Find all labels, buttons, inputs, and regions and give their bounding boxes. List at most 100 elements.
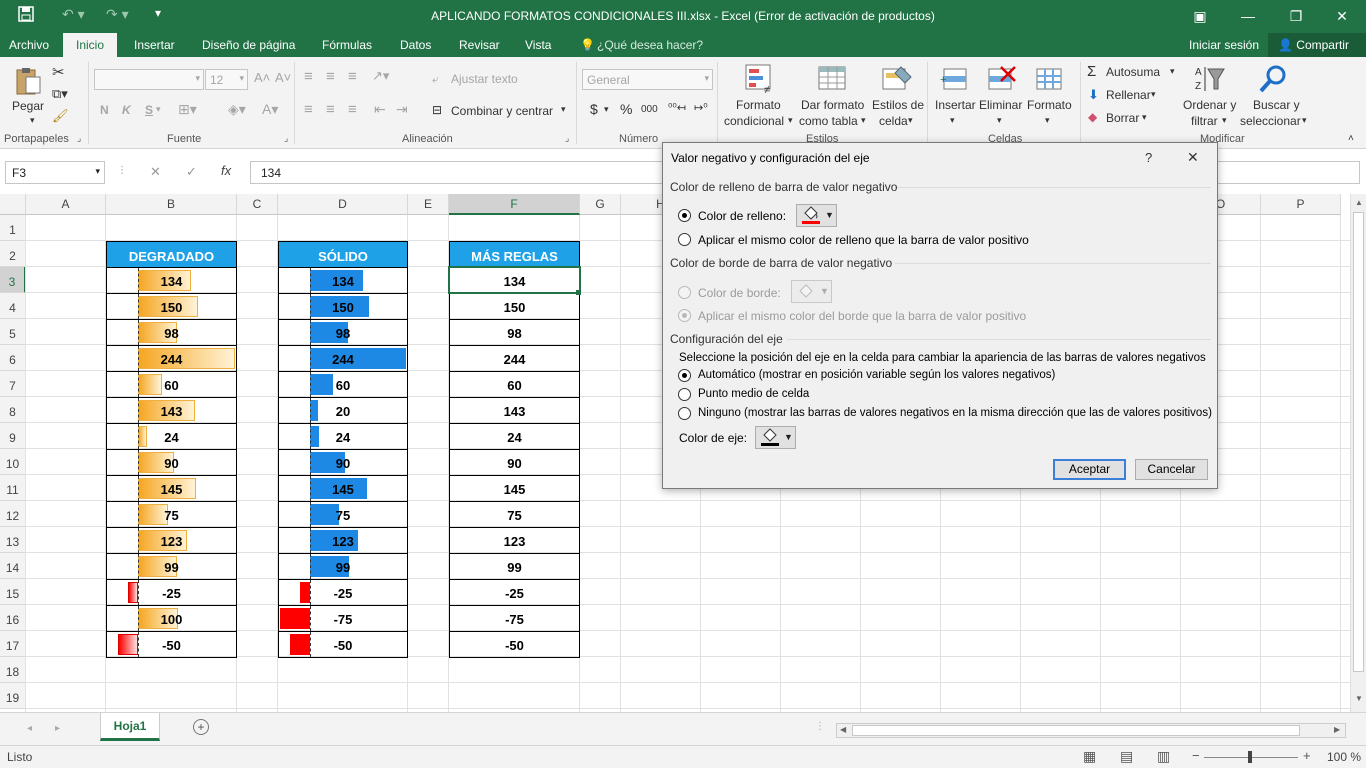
- format-as-table-icon[interactable]: [817, 63, 849, 95]
- autosum-button[interactable]: Autosuma: [1106, 65, 1160, 79]
- axis-midpoint-radio[interactable]: [678, 388, 691, 401]
- row-header[interactable]: 16: [0, 605, 26, 631]
- cancel-entry-icon[interactable]: ✕: [150, 164, 161, 180]
- decrease-indent-icon[interactable]: ⇤: [374, 101, 386, 118]
- column-header[interactable]: G: [580, 194, 621, 215]
- row-header[interactable]: 2: [0, 241, 26, 267]
- zoom-out-icon[interactable]: −: [1192, 748, 1200, 763]
- normal-view-icon[interactable]: ▦: [1083, 748, 1096, 765]
- find-label2[interactable]: seleccionar: [1240, 114, 1301, 128]
- wrap-text-icon[interactable]: ⤶: [432, 72, 439, 87]
- confirm-entry-icon[interactable]: ✓: [186, 164, 197, 180]
- page-layout-view-icon[interactable]: ▤: [1120, 748, 1133, 765]
- row-header[interactable]: 14: [0, 553, 26, 579]
- underline-dropdown-icon[interactable]: ▾: [156, 104, 161, 115]
- row-header[interactable]: 8: [0, 397, 26, 423]
- format-cells-button[interactable]: Formato: [1027, 98, 1072, 112]
- cond-format-dropdown-icon[interactable]: ▾: [788, 115, 793, 126]
- row-header[interactable]: 11: [0, 475, 26, 501]
- currency-dropdown-icon[interactable]: ▾: [604, 104, 609, 115]
- tab-datos[interactable]: Datos: [400, 38, 431, 52]
- fill-handle[interactable]: [576, 290, 581, 295]
- format-dropdown-icon[interactable]: ▾: [1045, 115, 1050, 126]
- name-box-dropdown-icon[interactable]: ▾: [95, 166, 100, 177]
- tab-revisar[interactable]: Revisar: [459, 38, 500, 52]
- table-format-label2[interactable]: como tabla: [799, 114, 858, 128]
- clipboard-launcher-icon[interactable]: ⌟: [77, 133, 81, 144]
- cell-styles-dropdown-icon[interactable]: ▾: [908, 115, 913, 126]
- row-header[interactable]: 1: [0, 215, 26, 241]
- axis-auto-radio[interactable]: [678, 369, 691, 382]
- tab-formulas[interactable]: Fórmulas: [322, 38, 372, 52]
- delete-cells-icon[interactable]: [985, 63, 1017, 95]
- table-format-label1[interactable]: Dar formato: [801, 98, 864, 112]
- sheet-tab-hoja1[interactable]: Hoja1: [100, 713, 160, 741]
- minimize-icon[interactable]: —: [1228, 4, 1268, 28]
- close-icon[interactable]: ✕: [1322, 4, 1362, 28]
- help-button[interactable]: ?: [1145, 150, 1152, 165]
- delete-cells-button[interactable]: Eliminar: [979, 98, 1022, 112]
- column-header[interactable]: D: [278, 194, 408, 215]
- tab-diseno[interactable]: Diseño de página: [202, 38, 295, 52]
- row-header[interactable]: 13: [0, 527, 26, 553]
- row-header[interactable]: 19: [0, 683, 26, 709]
- fill-color-radio[interactable]: [678, 209, 691, 222]
- axis-color-dropdown-icon[interactable]: ▼: [784, 432, 793, 442]
- column-header[interactable]: P: [1261, 194, 1341, 215]
- align-middle-icon[interactable]: ≡: [326, 68, 335, 85]
- sort-dropdown-icon[interactable]: ▾: [1222, 115, 1227, 126]
- font-name-input[interactable]: ▾: [94, 69, 204, 90]
- align-bottom-icon[interactable]: ≡: [348, 68, 357, 85]
- collapse-ribbon-icon[interactable]: ˄: [1348, 133, 1354, 144]
- tab-vista[interactable]: Vista: [525, 38, 551, 52]
- dialog-close-button[interactable]: ✕: [1187, 149, 1199, 166]
- borders-icon[interactable]: ⊞▾: [178, 101, 197, 118]
- delete-dropdown-icon[interactable]: ▾: [997, 115, 1002, 126]
- fill-color-dropdown-icon[interactable]: ▼: [825, 210, 834, 220]
- merge-center-icon[interactable]: ⊟: [432, 103, 442, 117]
- table-format-dropdown-icon[interactable]: ▾: [861, 115, 866, 126]
- increase-indent-icon[interactable]: ⇥: [396, 101, 408, 118]
- align-center-icon[interactable]: ≡: [326, 101, 335, 118]
- signin-link[interactable]: Iniciar sesión: [1189, 38, 1259, 52]
- underline-button[interactable]: S: [145, 103, 153, 117]
- thousands-button[interactable]: 000: [641, 104, 658, 115]
- cell-styles-icon[interactable]: [881, 63, 913, 95]
- restore-icon[interactable]: ❐: [1276, 4, 1316, 28]
- find-label1[interactable]: Buscar y: [1253, 98, 1300, 112]
- formula-bar-grip-icon[interactable]: ⋮: [117, 165, 127, 176]
- column-header[interactable]: E: [408, 194, 449, 215]
- insert-dropdown-icon[interactable]: ▾: [950, 115, 955, 126]
- row-header[interactable]: 15: [0, 579, 26, 605]
- vertical-scroll-thumb[interactable]: [1353, 212, 1364, 672]
- fill-same-radio[interactable]: [678, 233, 691, 246]
- page-break-view-icon[interactable]: ▥: [1157, 748, 1170, 765]
- next-sheet-icon[interactable]: ▸: [55, 723, 60, 734]
- clear-button[interactable]: Borrar: [1106, 111, 1139, 125]
- scroll-left-icon[interactable]: ◀: [840, 725, 846, 734]
- zoom-in-icon[interactable]: +: [1303, 748, 1311, 763]
- font-launcher-icon[interactable]: ⌟: [284, 133, 288, 144]
- fill-color-icon[interactable]: ◈▾: [228, 101, 246, 118]
- paste-label[interactable]: Pegar: [12, 99, 44, 113]
- row-header[interactable]: 6: [0, 345, 26, 371]
- clear-dropdown-icon[interactable]: ▾: [1142, 112, 1147, 123]
- border-same-radio[interactable]: [678, 309, 691, 322]
- format-painter-icon[interactable]: 🖌: [52, 108, 69, 124]
- border-color-dropdown-icon[interactable]: ▼: [820, 286, 829, 296]
- paste-dropdown-icon[interactable]: ▾: [30, 115, 35, 126]
- fill-color-picker[interactable]: ▼: [796, 204, 837, 227]
- shrink-font-icon[interactable]: A˅: [275, 70, 291, 85]
- number-format-select[interactable]: General ▾: [582, 69, 713, 90]
- orientation-icon[interactable]: ↗▾: [372, 68, 389, 84]
- row-header[interactable]: 17: [0, 631, 26, 657]
- tab-archivo[interactable]: Archivo: [9, 38, 49, 52]
- find-select-icon[interactable]: [1258, 63, 1290, 95]
- horizontal-scrollbar[interactable]: ◀ ▶: [836, 723, 1346, 738]
- scroll-right-icon[interactable]: ▶: [1334, 725, 1340, 734]
- find-dropdown-icon[interactable]: ▾: [1302, 115, 1307, 126]
- add-sheet-icon[interactable]: +: [193, 719, 209, 735]
- copy-icon[interactable]: ⧉▾: [52, 86, 68, 102]
- row-header[interactable]: 10: [0, 449, 26, 475]
- scroll-down-icon[interactable]: ▼: [1355, 694, 1363, 703]
